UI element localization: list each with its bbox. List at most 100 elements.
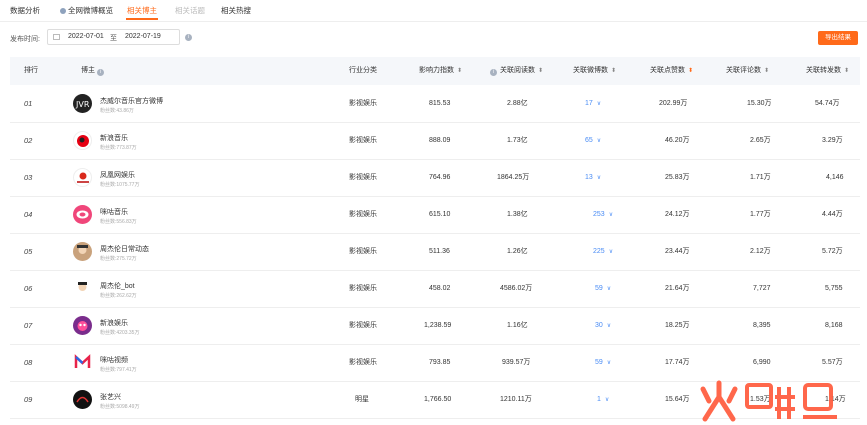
post-count[interactable]: 59 ∨ <box>595 270 611 307</box>
chevron-down-icon[interactable]: ∨ <box>597 101 601 107</box>
col-reposts[interactable]: 关联转发数 ⬍ <box>806 57 849 85</box>
fans-count: 粉丝数:262.62万 <box>100 293 137 299</box>
chevron-down-icon[interactable]: ∨ <box>605 397 609 403</box>
col-label: 关联点赞数 <box>650 67 685 74</box>
post-count-link[interactable]: 253 <box>593 211 605 218</box>
comment-count: 2.65万 <box>750 137 771 144</box>
chevron-down-icon[interactable]: ∨ <box>607 360 611 366</box>
tab-related-bloggers[interactable]: 相关博主 <box>127 5 157 16</box>
post-count[interactable]: 1 ∨ <box>597 381 609 418</box>
col-comments[interactable]: 关联评论数 ⬍ <box>726 57 769 85</box>
chevron-down-icon[interactable]: ∨ <box>607 286 611 292</box>
post-count-link[interactable]: 225 <box>593 248 605 255</box>
post-count-link[interactable]: 59 <box>595 359 603 366</box>
fans-count: 粉丝数:275.72万 <box>100 256 137 262</box>
post-count-link[interactable]: 59 <box>595 285 603 292</box>
rank: 07 <box>24 321 33 330</box>
info-icon[interactable]: i <box>490 69 497 76</box>
blogger-name[interactable]: 张艺兴 <box>100 392 121 402</box>
post-count[interactable]: 65 ∨ <box>585 122 601 159</box>
post-count-link[interactable]: 65 <box>585 137 593 144</box>
fans-count: 粉丝数:5098.49万 <box>100 404 140 410</box>
post-count[interactable]: 225 ∨ <box>593 233 613 270</box>
info-icon[interactable]: i <box>185 34 192 41</box>
sort-icon[interactable]: ⬍ <box>538 57 543 85</box>
fans-count: 粉丝数:797.41万 <box>100 367 137 373</box>
sort-icon[interactable]: ⬍ <box>844 57 849 85</box>
like-count: 15.64万 <box>665 396 690 403</box>
blogger-name[interactable]: 新浪音乐 <box>100 133 128 143</box>
avatar[interactable] <box>73 353 92 372</box>
sort-icon[interactable]: ⬍ <box>611 57 616 85</box>
blogger-name[interactable]: 周杰伦日常动态 <box>100 244 149 254</box>
info-icon[interactable]: i <box>97 69 104 76</box>
chevron-down-icon[interactable]: ∨ <box>609 212 613 218</box>
fans-count: 粉丝数:1075.77万 <box>100 182 140 188</box>
read-count: 1.73亿 <box>507 137 528 144</box>
blogger-name[interactable]: 周杰伦_bot <box>100 281 135 291</box>
table-row: 06 周杰伦_bot 粉丝数:262.62万 影视娱乐 458.02 4586.… <box>10 270 860 308</box>
comment-count: 7,727 <box>753 285 771 292</box>
rank: 05 <box>24 247 33 256</box>
read-count: 1.26亿 <box>507 248 528 255</box>
tab-data-analysis[interactable]: 数据分析 <box>10 5 40 16</box>
chevron-down-icon[interactable]: ∨ <box>609 249 613 255</box>
col-label: 影响力指数 <box>419 67 454 74</box>
start-date[interactable]: 2022-07-01 <box>68 33 104 40</box>
avatar[interactable] <box>73 131 92 150</box>
influence-index: 511.36 <box>429 248 450 255</box>
publish-time-label: 发布时间: <box>10 36 40 43</box>
export-button[interactable]: 导出结果 <box>818 31 858 45</box>
avatar[interactable] <box>73 279 92 298</box>
sort-icon[interactable]: ⬍ <box>688 57 693 85</box>
avatar[interactable]: JVR <box>73 94 92 113</box>
post-count[interactable]: 13 ∨ <box>585 159 601 196</box>
blogger-name[interactable]: 新浪娱乐 <box>100 318 128 328</box>
tab-related-topics[interactable]: 相关话题 <box>175 5 205 16</box>
rank: 04 <box>24 210 33 219</box>
post-count-link[interactable]: 1 <box>597 396 601 403</box>
col-likes[interactable]: 关联点赞数 ⬍ <box>650 57 693 85</box>
table-row: 02 新浪音乐 粉丝数:773.87万 影视娱乐 888.09 1.73亿 65… <box>10 122 860 160</box>
post-count[interactable]: 253 ∨ <box>593 196 613 233</box>
col-influence[interactable]: 影响力指数 ⬍ <box>419 57 462 85</box>
post-count-link[interactable]: 13 <box>585 174 593 181</box>
post-count-link[interactable]: 17 <box>585 100 593 107</box>
tab-weibo-overview[interactable]: 全网微博概览 <box>60 5 113 16</box>
influence-index: 1,238.59 <box>424 322 452 329</box>
col-label: 关联微博数 <box>573 67 608 74</box>
influence-index: 793.85 <box>429 359 451 366</box>
post-count-link[interactable]: 30 <box>595 322 603 329</box>
avatar[interactable] <box>73 316 92 335</box>
col-posts[interactable]: 关联微博数 ⬍ <box>573 57 616 85</box>
industry: 影视娱乐 <box>349 100 377 107</box>
like-count: 25.83万 <box>665 174 690 181</box>
date-range-picker[interactable]: 2022-07-01 至 2022-07-19 <box>47 29 180 45</box>
comment-count: 1.77万 <box>750 211 771 218</box>
avatar[interactable] <box>73 242 92 261</box>
avatar[interactable] <box>73 390 92 409</box>
industry: 影视娱乐 <box>349 359 377 366</box>
blogger-name[interactable]: 咪咕音乐 <box>100 207 128 217</box>
chevron-down-icon[interactable]: ∨ <box>597 138 601 144</box>
col-label: 关联转发数 <box>806 67 841 74</box>
avatar[interactable] <box>73 168 92 187</box>
sort-icon[interactable]: ⬍ <box>457 57 462 85</box>
end-date[interactable]: 2022-07-19 <box>125 33 161 40</box>
blogger-name[interactable]: 咪咕视频 <box>100 355 128 365</box>
blogger-name[interactable]: 杰威尔音乐官方微博 <box>100 96 163 106</box>
post-count[interactable]: 17 ∨ <box>585 85 601 122</box>
chevron-down-icon[interactable]: ∨ <box>607 323 611 329</box>
date-separator: 至 <box>110 35 117 42</box>
avatar[interactable] <box>73 205 92 224</box>
col-label: 关联评论数 <box>726 67 761 74</box>
post-count[interactable]: 59 ∨ <box>595 344 611 381</box>
tab-related-hot-search[interactable]: 相关热搜 <box>221 5 251 16</box>
blogger-name[interactable]: 凤凰网娱乐 <box>100 170 135 180</box>
chevron-down-icon[interactable]: ∨ <box>597 175 601 181</box>
sort-icon[interactable]: ⬍ <box>764 57 769 85</box>
tab-label: 全网微博概览 <box>68 6 113 15</box>
col-reads[interactable]: i 关联阅读数 ⬍ <box>490 57 543 85</box>
fans-count: 粉丝数:773.87万 <box>100 145 137 151</box>
post-count[interactable]: 30 ∨ <box>595 307 611 344</box>
